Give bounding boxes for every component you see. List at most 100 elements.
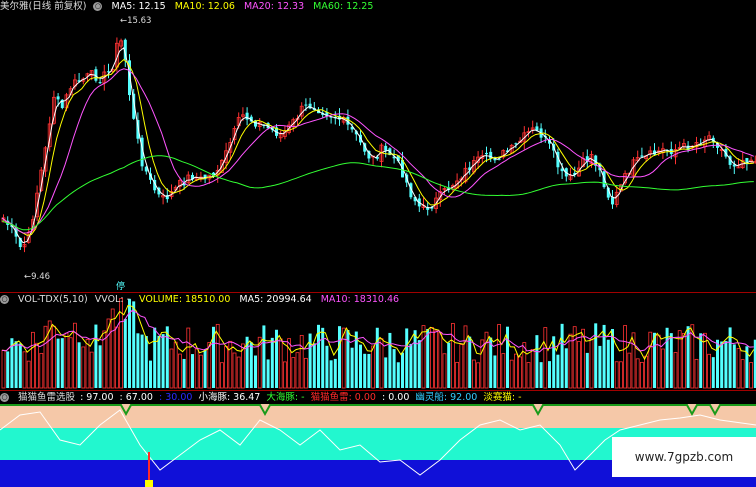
volume-bar (346, 330, 350, 388)
ind-val-7: : 0.00 (381, 392, 410, 403)
volume-bar (329, 360, 333, 388)
indicator-name: 猫猫鱼雷选股 (18, 392, 76, 403)
volume-bar (635, 358, 640, 389)
volume-bar (442, 353, 447, 389)
volume-bar (568, 333, 573, 389)
volume-bar (379, 338, 384, 389)
volume-bar (434, 330, 439, 389)
volume-bar (429, 327, 434, 389)
volume-panel-header: ○ VOL-TDX(5,10) VVOL: - VOLUME: 18510.00… (0, 293, 405, 306)
volume-bar (303, 357, 308, 389)
volume-bar (589, 338, 594, 389)
volume-bar (644, 355, 648, 389)
ind-val-2: : 67.00 (119, 392, 153, 403)
candle-body (640, 155, 644, 157)
volume-bar (501, 353, 506, 389)
volume-bar (694, 358, 699, 389)
candle-body (56, 96, 60, 100)
ma20-label: MA20: 12.33 (243, 1, 305, 12)
volume-bar (653, 332, 656, 388)
vol-ma5-label: MA5: 20994.64 (239, 294, 312, 305)
volume-bar (198, 354, 203, 389)
stock-title: 美尔雅(日线 前复权) (0, 1, 87, 12)
volume-bar (539, 362, 543, 388)
volume-bar (560, 323, 564, 388)
volume-bar (468, 336, 472, 388)
volume-bar (543, 327, 548, 389)
torpedo-signal-base (145, 480, 153, 487)
volume-bar (287, 338, 292, 389)
volume-bar (140, 334, 144, 388)
volume-bar (77, 342, 81, 388)
volume-bar (110, 308, 115, 389)
ind-xiaohaitun: 小海豚: 36.47 (198, 392, 261, 403)
volume-bar (732, 344, 736, 388)
volume-options-icon[interactable]: ○ (0, 295, 9, 304)
volume-bar (530, 348, 535, 389)
volume-bar (614, 361, 619, 389)
volume-bar (535, 335, 539, 388)
volume-bar (350, 347, 354, 388)
ind-maomaoyulei: 猫猫鱼雷: 0.00 (310, 392, 376, 403)
volume-bar (144, 336, 148, 388)
volume-bar (740, 359, 745, 389)
volume-bar (182, 358, 186, 388)
volume-bar (363, 353, 367, 388)
indicator-options-icon[interactable]: ○ (0, 393, 9, 402)
volume-bar (18, 343, 22, 388)
volume-bar (514, 353, 518, 389)
volume-bar (325, 345, 329, 388)
volume-bar (711, 357, 715, 388)
volume-bar (585, 352, 589, 388)
stock-chart-canvas[interactable] (0, 0, 756, 487)
volume-bar (30, 331, 35, 389)
ind-dahaitun: 大海豚: - (266, 392, 305, 403)
vvol-label: VVOL: - (94, 294, 130, 305)
volume-bar (153, 327, 157, 388)
volume-bar (282, 361, 287, 389)
candle-body (98, 82, 102, 84)
volume-bar (699, 333, 703, 388)
volume-bar (254, 355, 257, 388)
volume-bar (518, 356, 522, 389)
volume-bar (39, 352, 44, 389)
volume-bar (56, 338, 60, 388)
volume-bar (359, 344, 362, 388)
vol-indicator-name: VOL-TDX(5,10) (18, 294, 88, 305)
volume-bar (338, 326, 341, 388)
volume-bar (623, 325, 627, 389)
volume-bar (177, 353, 182, 389)
suspension-marker: 停 (116, 282, 126, 292)
volume-bar (493, 355, 497, 388)
volume-bar (157, 335, 161, 388)
volume-bar (165, 326, 169, 388)
volume-bar (388, 332, 392, 388)
volume-bar (371, 345, 376, 389)
volume-bar (317, 324, 320, 388)
options-icon[interactable]: ○ (93, 2, 103, 11)
volume-bar (115, 326, 119, 389)
volume-bar (450, 323, 455, 389)
volume-bar (724, 341, 728, 388)
low-price-label: ←9.46 (24, 272, 51, 282)
volume-bar (136, 333, 140, 388)
volume-bar (476, 362, 481, 389)
volume-bar (673, 352, 678, 389)
volume-bar (417, 340, 421, 388)
volume-bar (333, 358, 337, 388)
volume-bar (384, 357, 388, 388)
volume-bar (606, 339, 610, 388)
volume-bar (720, 341, 724, 388)
ind-youlingchuan: 幽灵船: 92.00 (415, 392, 478, 403)
volume-bar (619, 361, 623, 389)
volume-bar (509, 359, 514, 389)
volume-bar (661, 348, 665, 389)
volume-bar (22, 351, 27, 389)
volume-bar (594, 323, 598, 388)
volume-bar (35, 342, 39, 389)
volume-bar (526, 362, 531, 389)
volume-bar (463, 325, 468, 389)
volume-bar (262, 325, 266, 388)
volume-bar (367, 353, 371, 388)
volume-bar (219, 362, 224, 389)
